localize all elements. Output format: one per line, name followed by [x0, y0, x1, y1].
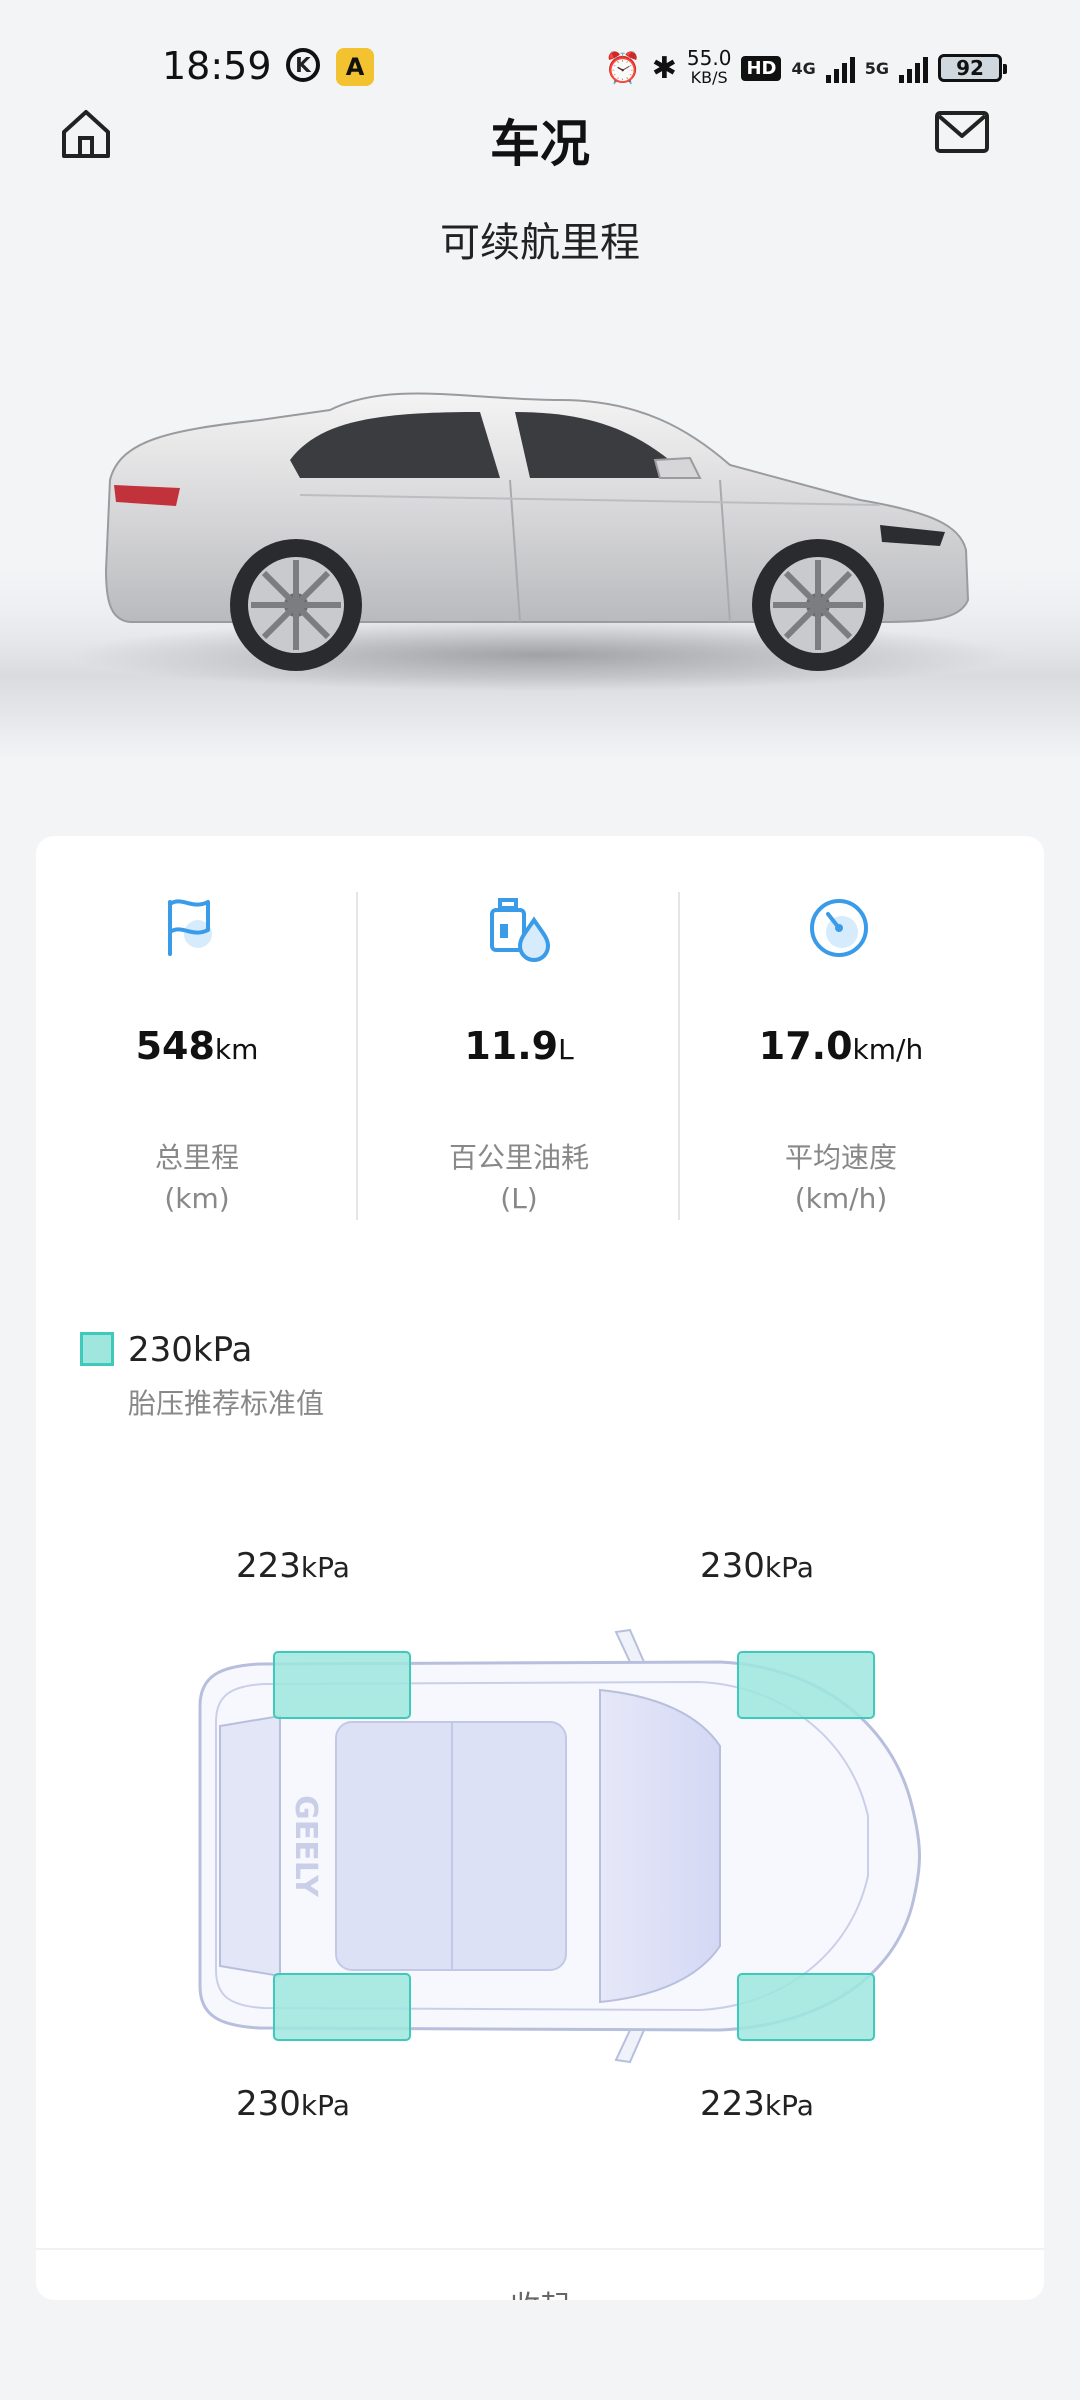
stat-average-speed: 17.0km/h 平均速度 (km/h) [680, 836, 1002, 1236]
tire-number: 230 [236, 2084, 301, 2124]
alarm-icon: ⏰ [604, 50, 642, 86]
speedometer-icon [804, 892, 874, 962]
tire-legend-label: 胎压推荐标准值 [128, 1387, 325, 1420]
status-bar: 18:59 K A ⏰ ✱ 55.0 KB/S HD 4G 5G 92 [0, 0, 1080, 120]
tire-front-left-value: 223kPa [236, 1546, 350, 1586]
net-speed-value: 55.0 [686, 46, 732, 70]
mail-icon[interactable] [934, 108, 990, 158]
car-top-view: GEELY [160, 1626, 960, 2066]
stat-value: 548km [36, 1024, 358, 1068]
net-speed-unit: KB/S [690, 68, 728, 87]
car-side-image [0, 300, 1080, 760]
stat-value: 17.0km/h [680, 1024, 1002, 1068]
net-4g-label: 4G [791, 58, 816, 78]
signal-5g-icon [899, 53, 928, 83]
app-a-icon: A [336, 48, 374, 86]
stat-unit-suffix: km [214, 1033, 259, 1066]
hd-badge: HD [741, 55, 782, 81]
tire-front-left-marker [273, 1651, 411, 1719]
tire-rear-right-value: 223kPa [700, 2084, 814, 2124]
stat-unit-label: (km/h) [794, 1182, 888, 1215]
tire-unit: kPa [300, 1551, 350, 1584]
stat-number: 548 [135, 1024, 215, 1068]
tire-front-right-marker [737, 1651, 875, 1719]
stat-label: 总里程 [154, 1141, 239, 1174]
status-time: 18:59 [162, 44, 272, 88]
stat-unit-suffix: L [558, 1033, 574, 1066]
fuel-icon [484, 892, 554, 962]
tire-unit: kPa [764, 1551, 814, 1584]
network-speed: 55.0 KB/S [687, 48, 732, 88]
tire-unit: kPa [300, 2089, 350, 2122]
net-5g-label: 5G [864, 58, 889, 78]
tire-number: 230 [700, 1546, 765, 1586]
stat-value: 11.9L [358, 1024, 680, 1068]
stat-fuel-consumption: 11.9L 百公里油耗 (L) [358, 836, 680, 1236]
bluetooth-icon: ✱ [651, 50, 677, 86]
signal-4g-icon [825, 53, 855, 83]
tire-rear-left-value: 230kPa [236, 2084, 350, 2124]
tire-front-right-value: 230kPa [700, 1546, 814, 1586]
tire-rear-right-marker [737, 1973, 875, 2041]
page-title: 车况 [490, 115, 590, 173]
stat-unit-suffix: km/h [852, 1033, 924, 1066]
stat-unit-label: (L) [500, 1182, 538, 1215]
stat-unit-label: (km) [164, 1182, 230, 1215]
stat-total-mileage: 548km 总里程 (km) [36, 836, 358, 1236]
tire-legend-swatch [80, 1332, 114, 1366]
stat-label: 平均速度 [784, 1141, 897, 1174]
collapse-button[interactable]: 收起 [36, 2282, 1044, 2300]
tire-number: 223 [236, 1546, 301, 1586]
app-k-icon: K [286, 48, 320, 82]
tire-legend-value: 230kPa [128, 1330, 253, 1370]
stat-number: 17.0 [758, 1024, 853, 1068]
card-separator [36, 2248, 1044, 2250]
tire-unit: kPa [764, 2089, 814, 2122]
tire-number: 223 [700, 2084, 765, 2124]
flag-icon [156, 892, 226, 962]
battery-icon: 92 [938, 54, 1007, 82]
status-indicators: ⏰ ✱ 55.0 KB/S HD 4G 5G 92 [604, 40, 1007, 96]
stat-number: 11.9 [464, 1024, 559, 1068]
vehicle-status-card: 548km 总里程 (km) 11.9L 百公里油耗 (L) 17.0km/h … [36, 836, 1044, 2300]
tire-rear-left-marker [273, 1973, 411, 2041]
stat-label: 百公里油耗 [448, 1141, 589, 1174]
range-label: 可续航里程 [440, 220, 640, 266]
brand-text: GEELY [288, 1795, 323, 1898]
